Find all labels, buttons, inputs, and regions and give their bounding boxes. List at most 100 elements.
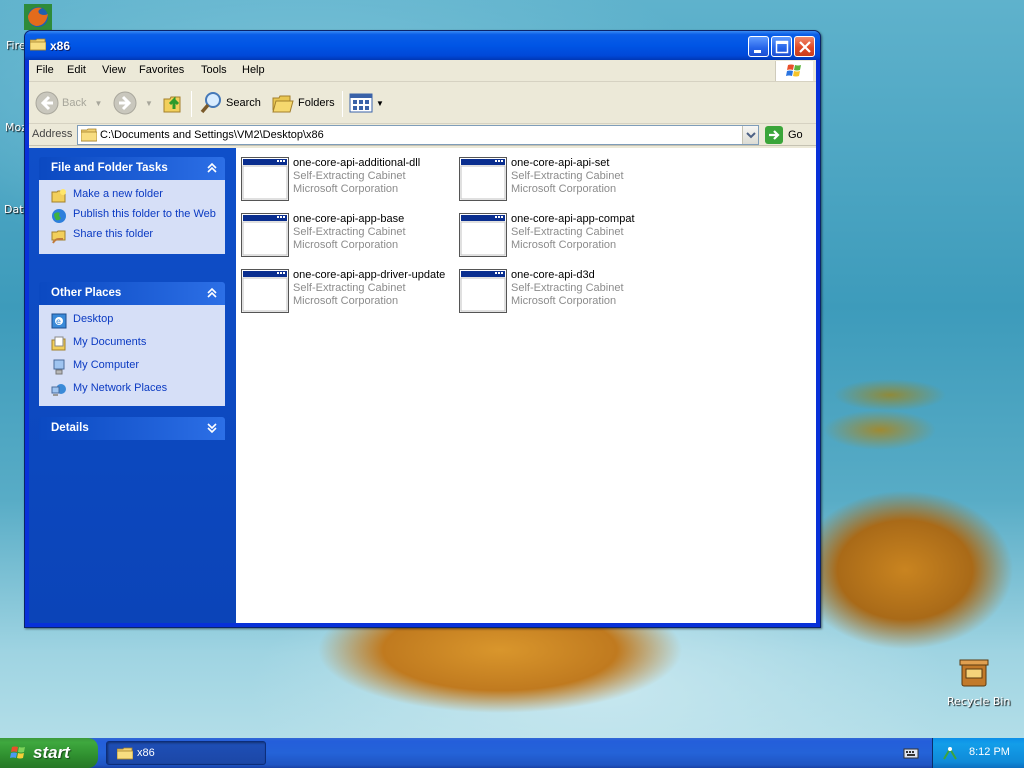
task-label: Publish this folder to the Web: [73, 208, 216, 220]
task-share-folder[interactable]: Share this folder: [51, 228, 219, 244]
toolbar-separator: [342, 91, 343, 117]
address-input[interactable]: C:\Documents and Settings\VM2\Desktop\x8…: [77, 125, 759, 145]
forward-arrow-icon: [113, 91, 137, 115]
back-button[interactable]: Back ▼: [35, 90, 102, 116]
window-title: x86: [50, 39, 71, 53]
menu-tools[interactable]: Tools: [201, 64, 227, 76]
taskbar-button-x86[interactable]: x86: [106, 741, 266, 765]
folders-button[interactable]: Folders: [271, 90, 335, 116]
go-label: Go: [788, 129, 803, 141]
file-item[interactable]: one-core-api-d3d Self-Extracting Cabinet…: [459, 269, 669, 317]
file-item[interactable]: one-core-api-app-compat Self-Extracting …: [459, 213, 669, 261]
file-folder-tasks-header[interactable]: File and Folder Tasks: [39, 157, 225, 180]
title-bar[interactable]: x86: [25, 31, 820, 60]
place-label: Desktop: [73, 313, 114, 325]
place-my-network-places[interactable]: My Network Places: [51, 382, 219, 398]
folder-icon: [81, 128, 97, 142]
menu-help[interactable]: Help: [242, 64, 265, 76]
file-folder-tasks-body: Make a new folder Publish this folder to…: [39, 180, 225, 254]
file-item[interactable]: one-core-api-app-base Self-Extracting Ca…: [241, 213, 451, 261]
file-item[interactable]: one-core-api-additional-dll Self-Extract…: [241, 157, 451, 205]
network-tray-icon[interactable]: [942, 745, 958, 761]
desktop-label-dat[interactable]: Dat: [4, 203, 24, 216]
search-button[interactable]: Search: [199, 90, 261, 116]
search-label: Search: [226, 97, 261, 109]
network-places-icon: [51, 384, 66, 396]
file-name: one-core-api-additional-dll: [293, 157, 421, 169]
keyboard-icon[interactable]: [903, 746, 919, 760]
views-dropdown-icon[interactable]: ▼: [376, 99, 384, 108]
task-pane: File and Folder Tasks Make a new folder …: [29, 148, 236, 623]
start-label: start: [33, 743, 70, 762]
details-header[interactable]: Details: [39, 417, 225, 440]
back-label: Back: [62, 97, 87, 109]
address-value: C:\Documents and Settings\VM2\Desktop\x8…: [100, 129, 324, 141]
minimize-icon: [754, 50, 761, 53]
file-company: Microsoft Corporation: [511, 239, 617, 251]
forward-button[interactable]: ▼: [113, 90, 153, 116]
start-button[interactable]: start: [0, 738, 98, 768]
address-label: Address: [32, 128, 73, 140]
file-type: Self-Extracting Cabinet: [511, 282, 624, 294]
svg-text:e: e: [56, 317, 61, 326]
forward-dropdown-icon[interactable]: ▼: [145, 99, 153, 108]
collapse-icon[interactable]: [205, 161, 219, 175]
keyboard-glyph: [903, 748, 919, 759]
panel-title: File and Folder Tasks: [51, 162, 168, 174]
back-arrow-icon: [35, 91, 59, 115]
file-type: Self-Extracting Cabinet: [293, 170, 406, 182]
up-folder-button[interactable]: [161, 90, 185, 116]
cabinet-file-icon: [459, 157, 507, 201]
collapse-icon[interactable]: [205, 286, 219, 300]
back-dropdown-icon[interactable]: ▼: [94, 99, 102, 108]
clock[interactable]: 8:12 PM: [969, 746, 1010, 758]
my-computer-icon: [53, 359, 65, 375]
cabinet-file-icon: [241, 269, 289, 313]
folder-icon: [30, 38, 46, 51]
firefox-icon: [24, 4, 52, 30]
globe-icon: [52, 209, 66, 223]
menu-view[interactable]: View: [102, 64, 126, 76]
file-type: Self-Extracting Cabinet: [293, 226, 406, 238]
minimize-button[interactable]: [748, 36, 769, 57]
taskbar-button-label: x86: [137, 747, 155, 759]
file-company: Microsoft Corporation: [293, 295, 399, 307]
recycle-bin-desktop-icon[interactable]: [956, 656, 992, 690]
task-label: Share this folder: [73, 228, 154, 240]
cabinet-file-icon: [459, 269, 507, 313]
menu-file[interactable]: File: [36, 64, 54, 76]
folders-label: Folders: [298, 97, 335, 109]
go-arrow-icon: [765, 126, 783, 144]
place-label: My Documents: [73, 336, 147, 348]
place-my-documents[interactable]: My Documents: [51, 336, 219, 352]
my-documents-icon: [51, 336, 66, 351]
chevron-down-icon: [746, 132, 756, 139]
views-button[interactable]: ▼: [349, 90, 384, 116]
task-make-new-folder[interactable]: Make a new folder: [51, 188, 219, 204]
other-places-panel: Other Places e Desktop My Documents My C…: [39, 282, 225, 406]
taskbar: start x86 8:12 PM: [0, 738, 1024, 768]
file-company: Microsoft Corporation: [293, 239, 399, 251]
file-name: one-core-api-app-compat: [511, 213, 635, 225]
menu-edit[interactable]: Edit: [67, 64, 86, 76]
task-publish-folder[interactable]: Publish this folder to the Web: [51, 208, 219, 224]
go-button[interactable]: Go: [765, 125, 803, 145]
file-item[interactable]: one-core-api-app-driver-update Self-Extr…: [241, 269, 451, 317]
place-my-computer[interactable]: My Computer: [51, 359, 219, 375]
place-desktop[interactable]: e Desktop: [51, 313, 219, 329]
desktop-label-fire[interactable]: Fire: [6, 39, 26, 52]
file-item[interactable]: one-core-api-api-set Self-Extracting Cab…: [459, 157, 669, 205]
other-places-header[interactable]: Other Places: [39, 282, 225, 305]
file-folder-tasks-panel: File and Folder Tasks Make a new folder …: [39, 157, 225, 254]
maximize-button[interactable]: [771, 36, 792, 57]
system-tray: 8:12 PM: [932, 738, 1024, 768]
address-bar: Address C:\Documents and Settings\VM2\De…: [29, 124, 816, 146]
new-folder-icon: [51, 189, 66, 203]
recycle-bin-label[interactable]: Recycle Bin: [947, 695, 1010, 708]
address-dropdown-button[interactable]: [742, 126, 758, 144]
file-list: one-core-api-additional-dll Self-Extract…: [236, 148, 816, 623]
menu-favorites[interactable]: Favorites: [139, 64, 184, 76]
windows-flag-icon: [786, 64, 801, 77]
expand-icon[interactable]: [205, 421, 219, 435]
close-button[interactable]: [794, 36, 815, 57]
